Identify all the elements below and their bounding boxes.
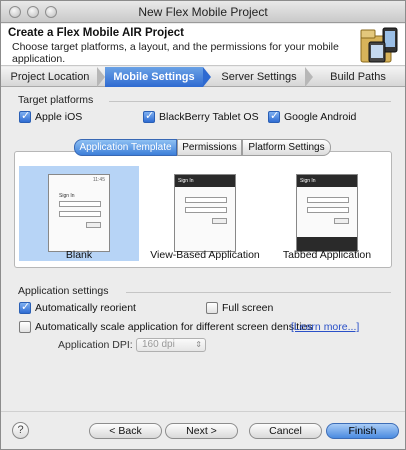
template-tabbed-label: Tabbed Application <box>282 249 372 261</box>
template-tabbed[interactable]: Sign In <box>267 166 387 261</box>
phone-field <box>185 207 227 213</box>
apple-ios-checkbox[interactable] <box>19 109 31 123</box>
chevron-up-down-icon: ⇕ <box>195 340 202 349</box>
tabbed-phone-preview: Sign In <box>296 174 358 252</box>
cancel-button[interactable]: Cancel <box>249 423 322 439</box>
full-screen-label: Full screen <box>222 302 274 314</box>
phone-action-bar: Sign In <box>175 175 235 187</box>
blackberry-checkbox[interactable] <box>143 109 155 123</box>
step-separator <box>97 67 105 87</box>
footer-divider <box>1 411 405 412</box>
header-title: Create a Flex Mobile AIR Project <box>8 27 184 39</box>
tab-permissions[interactable]: Permissions <box>177 139 242 156</box>
step-separator <box>305 67 313 87</box>
phone-field <box>59 211 101 217</box>
blackberry-label: BlackBerry Tablet OS <box>159 111 259 123</box>
next-button[interactable]: Next > <box>165 423 238 439</box>
phone-field <box>307 197 349 203</box>
phone-sign-in-text: Sign In <box>59 193 75 199</box>
application-dpi-select[interactable]: 160 dpi ⇕ <box>136 338 206 352</box>
template-blank-label: Blank <box>65 249 93 261</box>
learn-more-link[interactable]: [Learn more...] <box>291 321 359 333</box>
phone-status-time: 11:45 <box>92 177 105 183</box>
tab-platform-settings[interactable]: Platform Settings <box>242 139 331 156</box>
auto-scale-checkbox[interactable] <box>19 321 31 333</box>
header-description: Choose target platforms, a layout, and t… <box>12 41 339 65</box>
divider <box>109 101 391 102</box>
minimize-window-button[interactable] <box>27 6 39 18</box>
step-project-location[interactable]: Project Location <box>1 67 99 87</box>
divider <box>126 292 391 293</box>
application-dpi-value: 160 dpi <box>142 339 175 350</box>
application-dpi-label: Application DPI: <box>58 339 133 351</box>
google-android-label: Google Android <box>284 111 357 123</box>
zoom-window-button[interactable] <box>45 6 57 18</box>
application-settings-label: Application settings <box>18 285 109 297</box>
step-build-paths[interactable]: Build Paths <box>313 67 403 87</box>
phone-action-bar: Sign In <box>297 175 357 187</box>
template-view-based[interactable]: Sign In <box>146 166 264 261</box>
phone-button <box>86 222 101 228</box>
title-bar: New Flex Mobile Project <box>1 1 405 23</box>
phone-button <box>212 218 227 224</box>
template-view-based-label: View-Based Application <box>150 249 260 261</box>
phone-button <box>334 218 349 224</box>
wizard-header: Create a Flex Mobile AIR Project Choose … <box>1 24 405 66</box>
tab-application-template[interactable]: Application Template <box>74 139 177 156</box>
help-icon[interactable]: ? <box>12 422 29 439</box>
back-button[interactable]: < Back <box>89 423 162 439</box>
google-android-checkbox[interactable] <box>268 109 280 123</box>
auto-scale-label: Automatically scale application for diff… <box>35 321 313 333</box>
phone-field <box>307 207 349 213</box>
wizard-steps: Project Location Mobile Settings Server … <box>1 67 405 87</box>
step-server-settings[interactable]: Server Settings <box>211 67 307 87</box>
mobile-devices-icon <box>360 27 398 63</box>
finish-button[interactable]: Finish <box>326 423 399 439</box>
auto-reorient-label: Automatically reorient <box>35 302 136 314</box>
close-window-button[interactable] <box>9 6 21 18</box>
template-blank[interactable]: 11:45 Sign In <box>19 166 139 261</box>
full-screen-checkbox[interactable] <box>206 302 218 314</box>
window-title: New Flex Mobile Project <box>138 5 268 19</box>
apple-ios-label: Apple iOS <box>35 111 83 123</box>
auto-reorient-checkbox[interactable] <box>19 300 31 314</box>
view-based-phone-preview: Sign In <box>174 174 236 252</box>
step-separator <box>203 67 211 87</box>
step-mobile-settings[interactable]: Mobile Settings <box>105 67 203 87</box>
dialog-window: New Flex Mobile Project Create a Flex Mo… <box>0 0 406 450</box>
phone-field <box>59 201 101 207</box>
target-platforms-label: Target platforms <box>18 94 94 106</box>
blank-phone-preview: 11:45 Sign In <box>48 174 110 252</box>
phone-field <box>185 197 227 203</box>
